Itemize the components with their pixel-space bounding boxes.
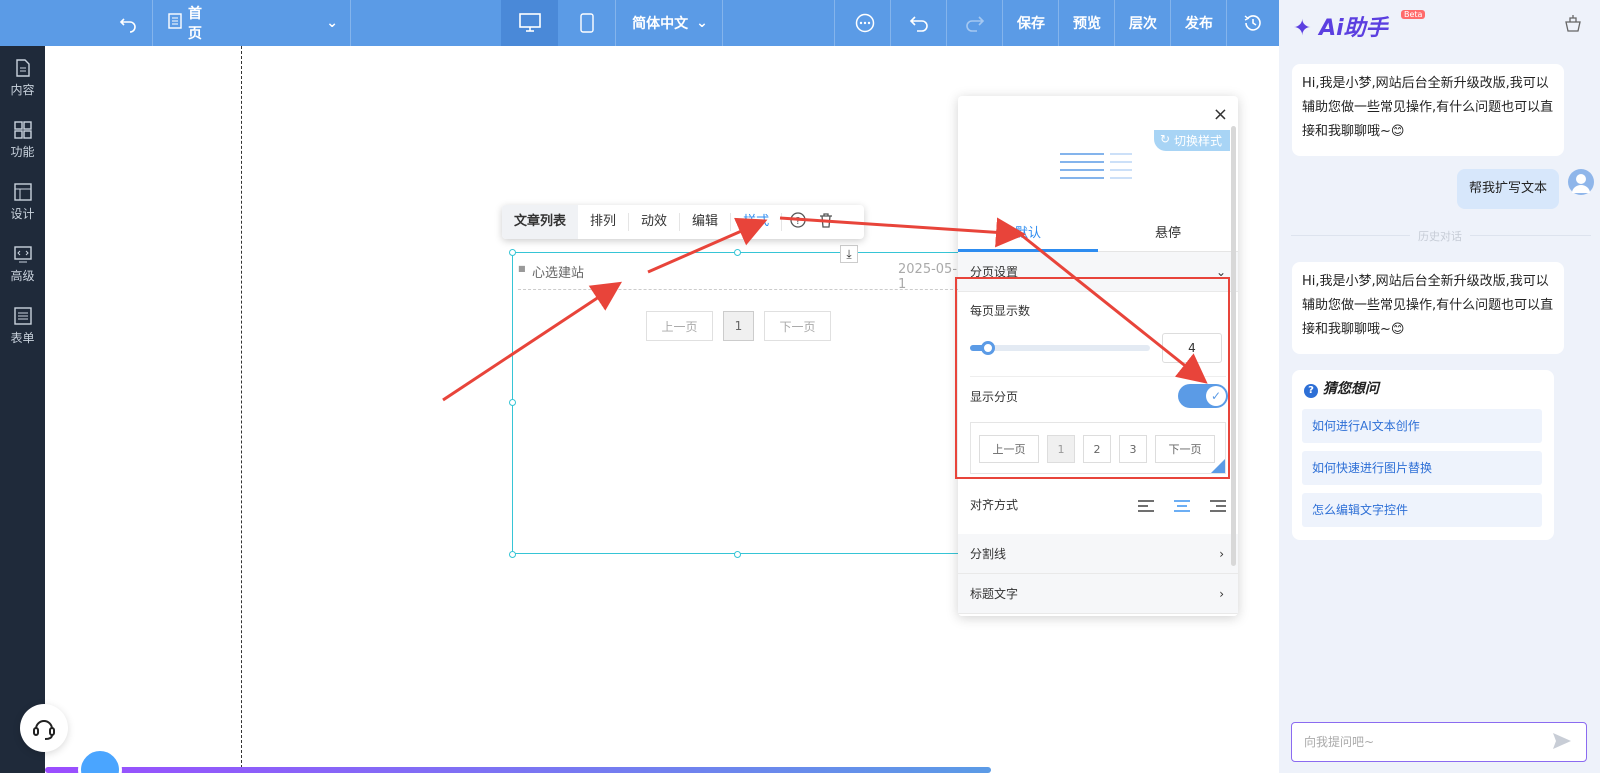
user-avatar [1568, 169, 1594, 195]
history-label: 历史对话 [1410, 228, 1470, 244]
beta-badge: Beta [1401, 10, 1426, 19]
headset-icon [33, 720, 55, 740]
user-message: 帮我扩写文本 [1457, 169, 1560, 209]
sparkle-icon: ✦ [1293, 16, 1312, 41]
ai-logo: ✦ Ai助手 [1293, 10, 1388, 42]
question-icon: ? [1304, 384, 1318, 398]
clear-icon[interactable] [1564, 14, 1582, 36]
ai-logo-text: Ai助手 [1319, 16, 1388, 41]
suggestion-item[interactable]: 如何快速进行图片替换 [1302, 451, 1542, 485]
suggestion-card: ? 猜您想问 如何进行AI文本创作 如何快速进行图片替换 怎么编辑文字控件 [1292, 370, 1554, 540]
suggestion-item[interactable]: 如何进行AI文本创作 [1302, 409, 1542, 443]
ai-question-input[interactable]: 向我提问吧~ [1291, 722, 1587, 762]
suggestion-title: ? 猜您想问 [1304, 378, 1379, 398]
customer-service-button[interactable] [20, 704, 68, 752]
send-icon[interactable] [1552, 732, 1572, 754]
ai-message: Hi,我是小梦,网站后台全新升级改版,我可以辅助您做一些常见操作,有什么问题也可… [1292, 64, 1564, 156]
loading-progress-bar [45, 767, 991, 773]
suggestion-title-text: 猜您想问 [1322, 381, 1379, 397]
ai-message: Hi,我是小梦,网站后台全新升级改版,我可以辅助您做一些常见操作,有什么问题也可… [1292, 262, 1564, 354]
suggestion-item[interactable]: 怎么编辑文字控件 [1302, 493, 1542, 527]
